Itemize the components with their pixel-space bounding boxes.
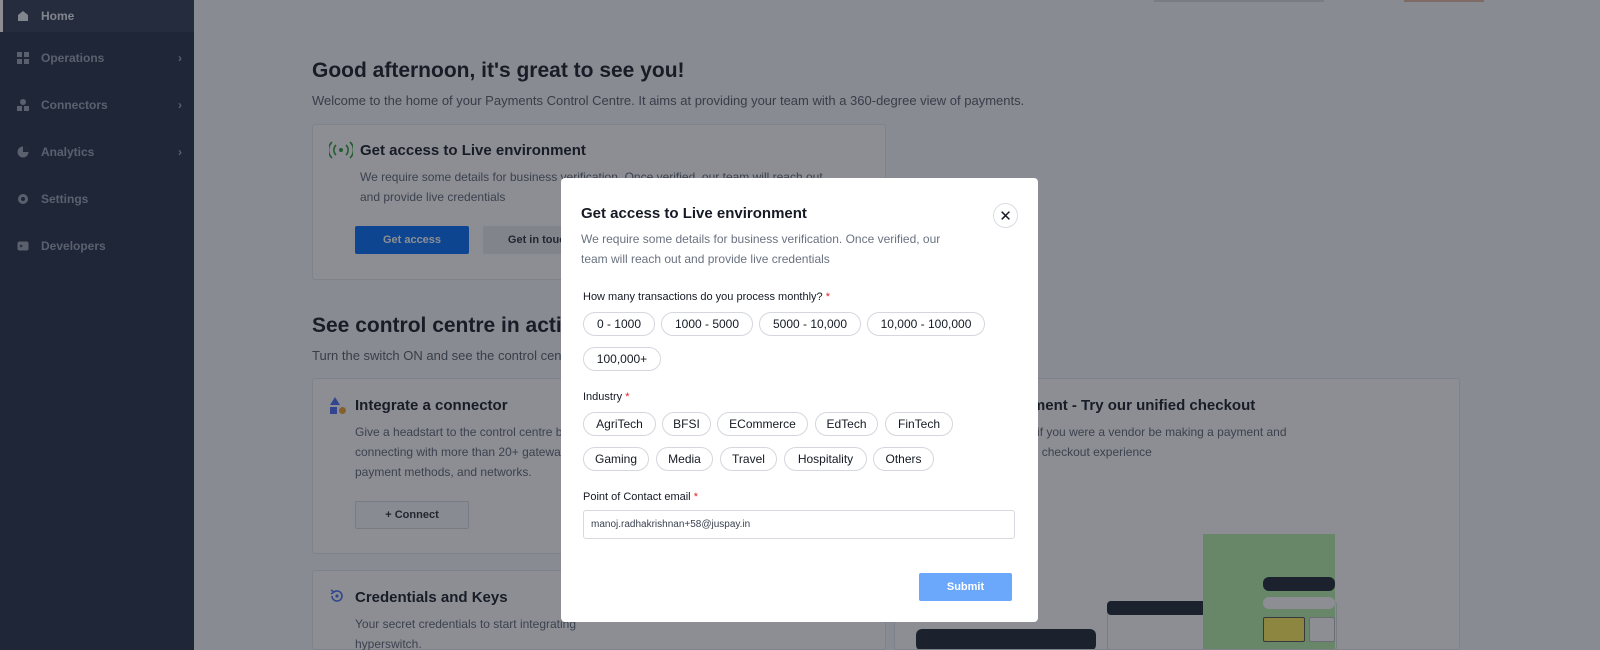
industry-option[interactable]: FinTech: [885, 412, 953, 436]
modal-description: We require some details for business ver…: [581, 229, 961, 269]
transactions-option[interactable]: 100,000+: [583, 347, 661, 371]
industry-option[interactable]: Hospitality: [784, 447, 867, 471]
transactions-option[interactable]: 0 - 1000: [583, 312, 655, 336]
email-label: Point of Contact email *: [583, 491, 698, 503]
industry-option[interactable]: AgriTech: [583, 412, 656, 436]
industry-option[interactable]: Travel: [720, 447, 777, 471]
required-mark: *: [693, 491, 698, 503]
email-field[interactable]: manoj.radhakrishnan+58@juspay.in: [583, 510, 1015, 539]
submit-button[interactable]: Submit: [919, 573, 1012, 601]
transactions-option[interactable]: 5000 - 10,000: [759, 312, 861, 336]
transactions-label-text: How many transactions do you process mon…: [583, 291, 823, 303]
industry-option[interactable]: Media: [656, 447, 713, 471]
modal-description-line-2: team will reach out and provide live cre…: [581, 252, 830, 266]
required-mark: *: [825, 291, 831, 303]
transactions-option[interactable]: 10,000 - 100,000: [867, 312, 985, 336]
industry-label: Industry *: [583, 391, 629, 403]
close-icon[interactable]: ✕: [993, 203, 1018, 228]
industry-option[interactable]: Others: [873, 447, 934, 471]
industry-option[interactable]: EdTech: [815, 412, 878, 436]
modal-description-line-1: We require some details for business ver…: [581, 232, 941, 246]
industry-option[interactable]: Gaming: [583, 447, 649, 471]
industry-label-text: Industry: [583, 391, 623, 403]
modal-title: Get access to Live environment: [581, 205, 807, 222]
email-label-text: Point of Contact email: [583, 491, 691, 503]
industry-option[interactable]: ECommerce: [717, 412, 808, 436]
transactions-option[interactable]: 1000 - 5000: [661, 312, 753, 336]
live-access-modal: Get access to Live environment ✕ We requ…: [561, 178, 1038, 622]
transactions-label: How many transactions do you process mon…: [583, 291, 830, 303]
industry-option[interactable]: BFSI: [662, 412, 711, 436]
required-mark: *: [625, 391, 630, 403]
